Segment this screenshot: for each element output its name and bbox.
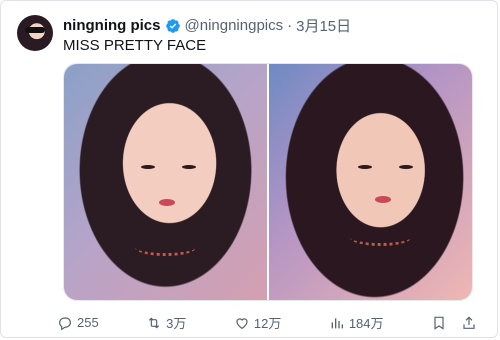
secondary-actions (431, 315, 477, 331)
media-photo-2[interactable] (269, 64, 472, 300)
photo-detail (181, 165, 196, 170)
like-button[interactable]: 12万 (234, 313, 281, 332)
reply-icon (59, 316, 71, 330)
media-photo-1[interactable] (64, 64, 267, 300)
photo-detail (398, 165, 413, 170)
tweet-header: ningning pics @ningningpics · 3月15日 (63, 15, 351, 36)
author-name[interactable]: ningning pics (63, 17, 161, 34)
photo-detail (141, 165, 156, 170)
views-button[interactable]: 184万 (329, 313, 384, 332)
views-count: 184万 (348, 316, 384, 331)
share-icon (463, 315, 475, 329)
author-handle[interactable]: @ningningpics (185, 17, 284, 34)
action-bar: 255 3万 12万 184万 (57, 313, 477, 332)
retweet-count: 3万 (166, 316, 187, 331)
verified-badge-icon (165, 18, 180, 33)
photo-detail (135, 239, 196, 256)
share-button[interactable] (461, 315, 477, 331)
reply-count: 255 (77, 315, 99, 330)
tweet-date[interactable]: 3月15日 (296, 15, 351, 36)
tweet-card[interactable]: ningning pics @ningningpics · 3月15日 MISS… (0, 0, 498, 338)
photo-detail (358, 165, 373, 170)
tweet-text: MISS PRETTY FACE (63, 37, 207, 54)
heart-icon (236, 317, 248, 329)
retweet-button[interactable]: 3万 (146, 313, 186, 332)
bookmark-icon (434, 316, 444, 330)
photo-detail (350, 229, 412, 247)
like-count: 12万 (253, 316, 282, 331)
separator-dot: · (287, 17, 293, 34)
tweet-media[interactable] (63, 63, 473, 301)
reply-button[interactable]: 255 (57, 315, 99, 331)
photo-detail (159, 198, 176, 206)
photo-detail (374, 196, 391, 204)
retweet-icon (149, 316, 160, 329)
avatar[interactable] (17, 15, 53, 51)
bookmark-button[interactable] (431, 315, 447, 331)
views-icon (331, 317, 343, 328)
